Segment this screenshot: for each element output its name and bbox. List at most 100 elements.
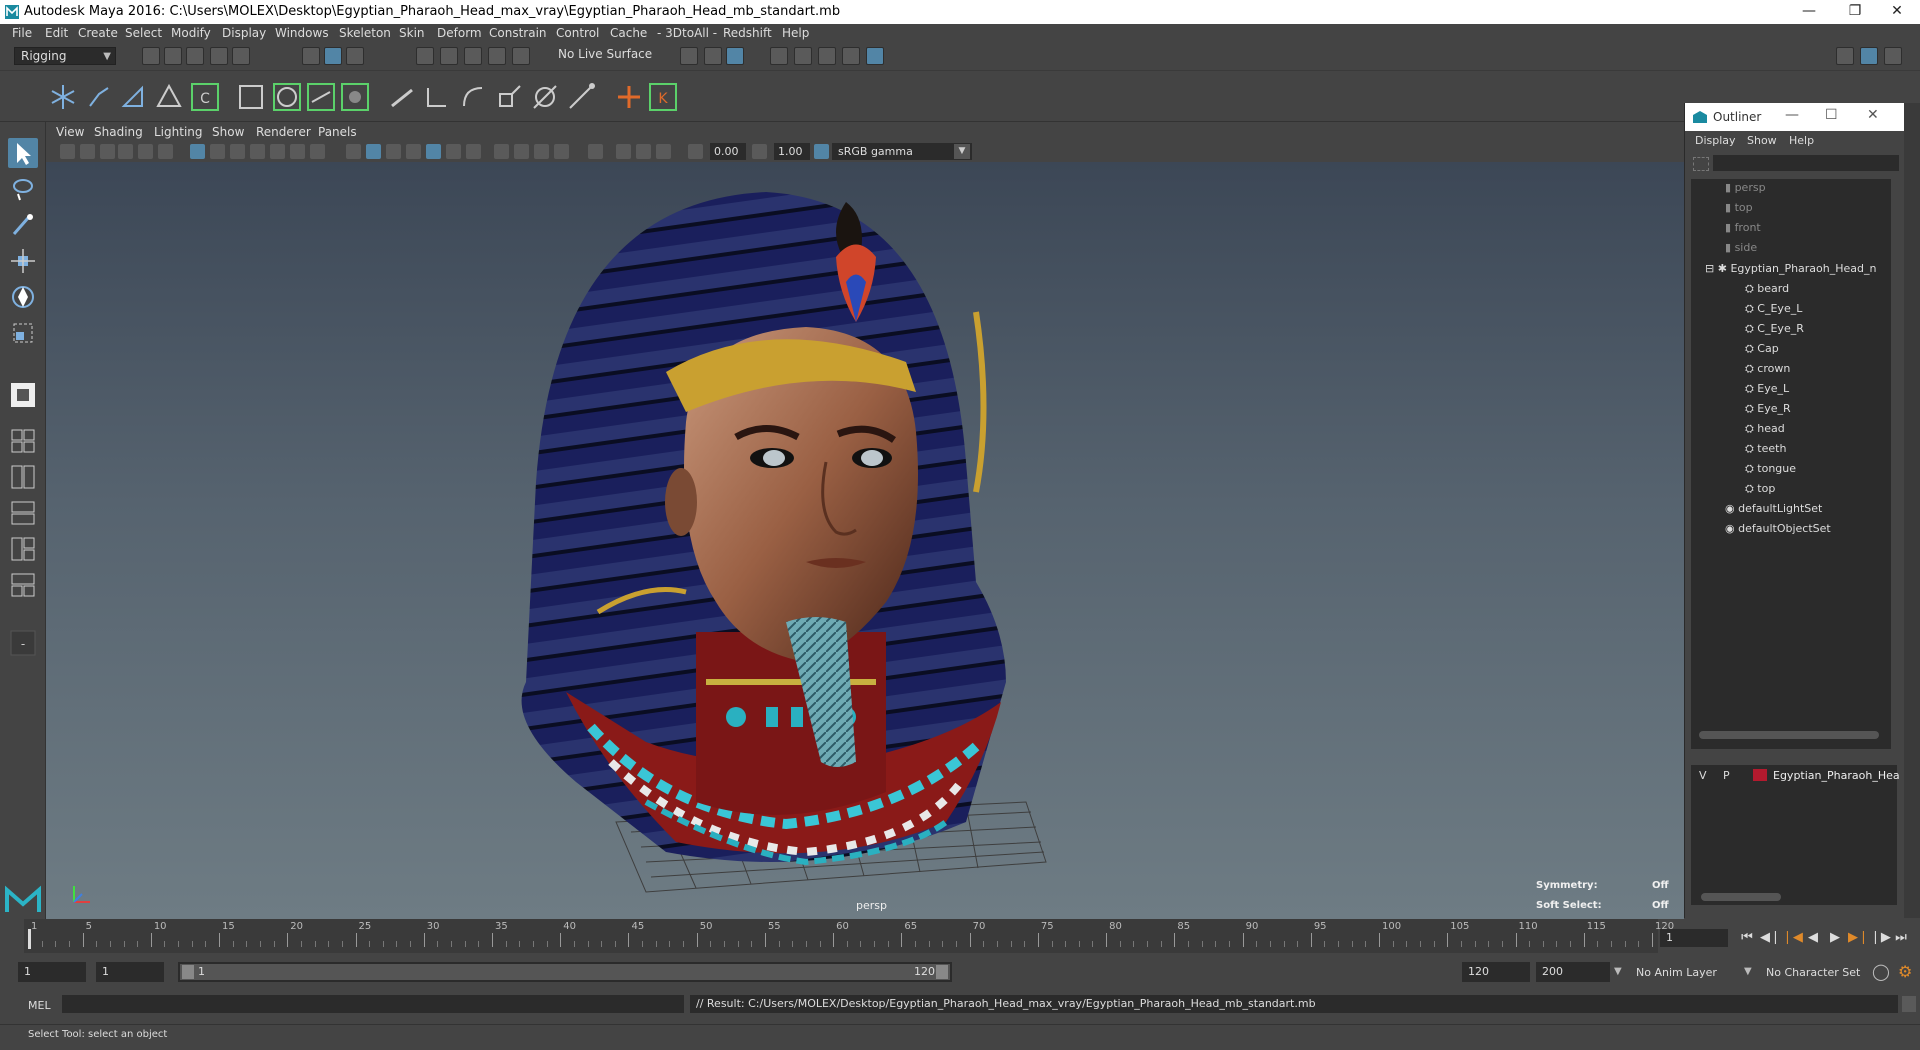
outliner-item-side[interactable]: ▮ side — [1725, 241, 1757, 254]
scale-tool[interactable] — [8, 318, 38, 348]
panel-menu-panels[interactable]: Panels — [318, 125, 357, 139]
snap-curve-button[interactable] — [440, 47, 458, 65]
layer-horizontal-scrollbar[interactable] — [1701, 893, 1781, 901]
panel-menu-show[interactable]: Show — [212, 125, 244, 139]
gamma-field[interactable]: 1.00 — [774, 143, 810, 160]
outliner-item-top-mesh[interactable]: ⛭ top — [1745, 482, 1775, 496]
outliner-item-eye-l[interactable]: ⛭ Eye_L — [1745, 382, 1789, 396]
menu-cache[interactable]: Cache — [610, 26, 647, 40]
outliner-menu-display[interactable]: Display — [1695, 134, 1736, 147]
outliner-item-crown[interactable]: ⛭ crown — [1745, 362, 1790, 376]
motion-blur-button[interactable] — [514, 144, 529, 159]
grease-pencil-button[interactable] — [158, 144, 173, 159]
maximize-icon[interactable]: ☐ — [1825, 107, 1838, 123]
channel-box-toggle[interactable] — [1884, 47, 1902, 65]
paint-select-tool[interactable] — [8, 210, 38, 240]
snap-live-button[interactable] — [512, 47, 530, 65]
persp-outliner-layout-button[interactable] — [8, 462, 38, 492]
animation-end-field[interactable]: 200 — [1536, 962, 1610, 982]
chevron-down-icon[interactable]: ▼ — [954, 144, 970, 159]
menu-3dtoall[interactable]: - 3DtoAll - — [657, 26, 717, 40]
time-slider[interactable]: 1 5 10 15 20 25 30 35 40 45 50 55 60 65 70 75 80 85 90 95 10… — [0, 919, 1920, 953]
orient-constraint-icon[interactable] — [456, 80, 490, 114]
point-constraint-icon[interactable] — [386, 80, 420, 114]
sculpt-deformer-icon[interactable] — [338, 80, 372, 114]
character-set-select[interactable]: No Character Set — [1766, 966, 1860, 979]
locator-icon[interactable] — [612, 80, 646, 114]
wire-deformer-icon[interactable] — [304, 80, 338, 114]
select-objects-button[interactable] — [324, 47, 342, 65]
outliner-menu-help[interactable]: Help — [1789, 134, 1814, 147]
select-hierarchy-button[interactable] — [302, 47, 320, 65]
animation-start-field[interactable]: 1 — [18, 962, 86, 982]
outliner-tree[interactable]: ▮ persp ▮ top ▮ front ▮ side ⊟ ✱ Egyptia… — [1691, 179, 1891, 749]
attribute-editor-toggle[interactable] — [1860, 47, 1878, 65]
panel-menu-shading[interactable]: Shading — [94, 125, 143, 139]
xray-button[interactable] — [616, 144, 631, 159]
outliner-item-top[interactable]: ▮ top — [1725, 201, 1753, 214]
modeling-toolkit-button[interactable] — [1836, 47, 1854, 65]
menu-display[interactable]: Display — [222, 26, 266, 40]
use-all-lights-button[interactable] — [446, 144, 461, 159]
time-slider-track[interactable]: 1 5 10 15 20 25 30 35 40 45 50 55 60 65 70 75 80 85 90 95 10… — [24, 919, 1674, 953]
outliner-item-default-object-set[interactable]: ◉ defaultObjectSet — [1725, 522, 1831, 535]
current-time-marker[interactable] — [28, 929, 31, 949]
move-tool[interactable] — [8, 246, 38, 276]
layer-playback-toggle[interactable]: P — [1723, 769, 1730, 782]
aim-constraint-icon[interactable] — [420, 80, 454, 114]
outliner-item-c-eye-r[interactable]: ⛭ C_Eye_R — [1745, 322, 1804, 336]
range-end-handle[interactable] — [936, 965, 948, 979]
menu-deform[interactable]: Deform — [437, 26, 482, 40]
default-material-button[interactable] — [386, 144, 401, 159]
depth-of-field-button[interactable] — [554, 144, 569, 159]
step-back-key-button[interactable]: ❘◀ — [1782, 929, 1803, 947]
panel-menu-view[interactable]: View — [56, 125, 84, 139]
outliner-item-default-light-set[interactable]: ◉ defaultLightSet — [1725, 502, 1822, 515]
render-view-button[interactable] — [770, 47, 788, 65]
menu-help[interactable]: Help — [782, 26, 809, 40]
command-language-label[interactable]: MEL — [28, 999, 51, 1012]
image-plane-button[interactable] — [118, 144, 133, 159]
snap-point-button[interactable] — [464, 47, 482, 65]
anti-aliasing-button[interactable] — [534, 144, 549, 159]
outliner-menu-show[interactable]: Show — [1747, 134, 1777, 147]
bookmarks-button[interactable] — [100, 144, 115, 159]
outliner-search-input[interactable] — [1713, 155, 1899, 171]
joint-tool-icon[interactable] — [46, 80, 80, 114]
menu-constrain[interactable]: Constrain — [489, 26, 547, 40]
play-forwards-button[interactable]: ▶ — [1826, 929, 1844, 947]
xray-joints-button[interactable] — [656, 144, 671, 159]
step-forward-key-button[interactable]: ▶❘ — [1848, 929, 1869, 947]
screen-space-ao-button[interactable] — [494, 144, 509, 159]
chevron-down-icon[interactable]: ▼ — [1744, 966, 1752, 977]
viewport-persp[interactable]: persp Symmetry: Off Soft Select: Off — [46, 162, 1684, 919]
current-frame-field[interactable]: 1 — [1660, 929, 1728, 947]
menu-edit[interactable]: Edit — [45, 26, 68, 40]
camera-attributes-button[interactable] — [80, 144, 95, 159]
shadows-button[interactable] — [466, 144, 481, 159]
ik-handle-icon[interactable] — [82, 80, 116, 114]
xray-active-button[interactable] — [636, 144, 651, 159]
outliner-item-teeth[interactable]: ⛭ teeth — [1745, 442, 1786, 456]
save-scene-button[interactable] — [186, 47, 204, 65]
snap-grid-button[interactable] — [416, 47, 434, 65]
input-ops-button[interactable] — [680, 47, 698, 65]
panel-menu-renderer[interactable]: Renderer — [256, 125, 311, 139]
outliner-item-front[interactable]: ▮ front — [1725, 221, 1761, 234]
range-start-handle[interactable] — [182, 965, 194, 979]
select-camera-button[interactable] — [60, 144, 75, 159]
parent-constraint-icon[interactable] — [528, 80, 562, 114]
2d-pan-zoom-button[interactable] — [138, 144, 153, 159]
play-backwards-button[interactable]: ◀ — [1804, 929, 1822, 947]
panel-menu-lighting[interactable]: Lighting — [154, 125, 203, 139]
outliner-item-tongue[interactable]: ⛭ tongue — [1745, 462, 1796, 476]
bind-skin-icon[interactable] — [152, 80, 186, 114]
layer-visibility-toggle[interactable]: V — [1699, 769, 1707, 782]
exposure-field[interactable]: 0.00 — [710, 143, 746, 160]
chevron-down-icon[interactable]: ▼ — [1614, 966, 1622, 977]
command-input[interactable] — [62, 995, 684, 1013]
render-settings-button[interactable] — [842, 47, 860, 65]
hypershade-button[interactable] — [866, 47, 884, 65]
preferences-icon[interactable]: ⚙ — [1898, 962, 1912, 981]
graph-layout-button[interactable] — [8, 570, 38, 600]
